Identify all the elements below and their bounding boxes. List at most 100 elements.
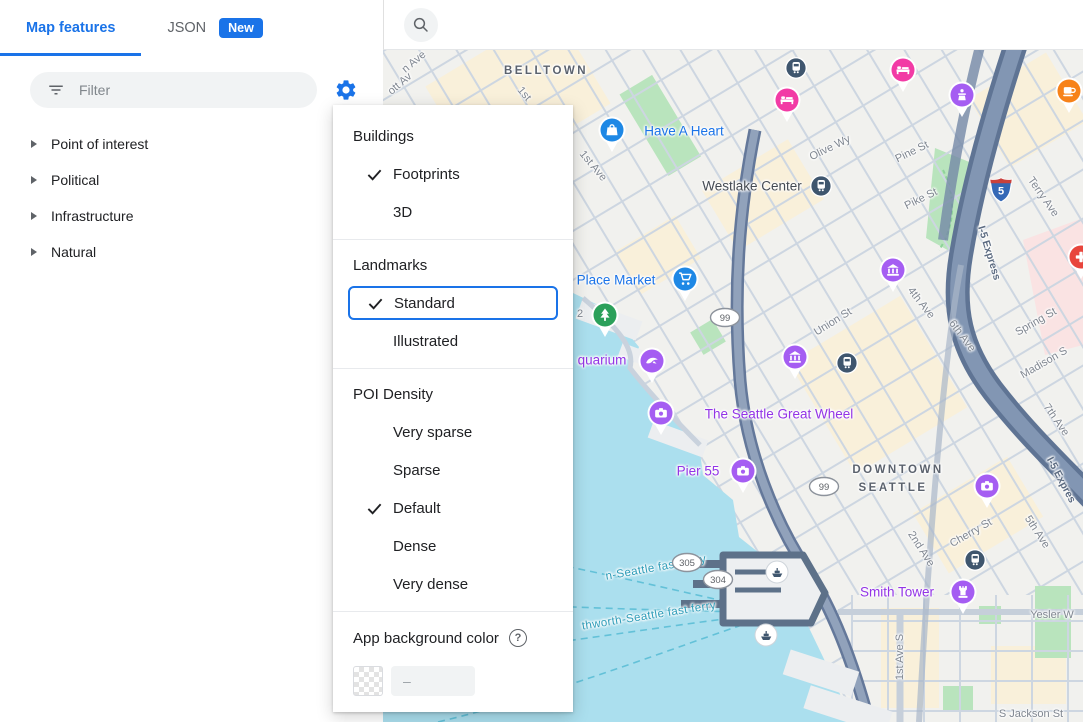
route-shield-99[interactable]: 99 <box>709 307 741 333</box>
route-shield-i5[interactable]: 5 <box>989 177 1013 208</box>
poi-marker-rook[interactable] <box>948 577 978 620</box>
tab-bar: Map features JSON New <box>0 0 383 56</box>
transit-station-marker[interactable] <box>784 56 808 85</box>
poi-marker-dolphin[interactable] <box>637 346 667 389</box>
svg-text:99: 99 <box>720 313 731 324</box>
settings-gear-button[interactable] <box>331 75 361 105</box>
svg-text:5: 5 <box>998 186 1004 198</box>
poi-marker-tree[interactable] <box>590 300 620 343</box>
poi-label-pier-55[interactable]: Pier 55 <box>677 464 720 479</box>
menu-section-buildings: BuildingsFootprints 3D <box>333 117 573 231</box>
expander-arrow-icon <box>31 176 37 184</box>
map-search-bar <box>383 0 1083 50</box>
tab-map-features[interactable]: Map features <box>0 0 141 56</box>
highway-label-i-5-express: I-5 Express <box>975 224 1003 281</box>
ferry-marker[interactable] <box>754 623 778 652</box>
poi-marker-bed[interactable] <box>772 85 802 128</box>
route-shield-305[interactable]: 305 <box>671 552 703 578</box>
expander-arrow-icon <box>31 248 37 256</box>
menu-option-label: Very sparse <box>393 424 472 441</box>
poi-marker-shopping-bag[interactable] <box>597 115 627 158</box>
poi-marker-monument[interactable] <box>947 80 977 123</box>
transit-station-marker[interactable] <box>809 174 833 203</box>
tab-json-label: JSON <box>167 20 206 36</box>
route-shield-304[interactable]: 304 <box>702 569 734 595</box>
menu-section-landmarks: LandmarksStandard Illustrated <box>333 239 573 360</box>
new-badge: New <box>219 18 263 38</box>
transit-station-marker[interactable] <box>835 351 859 380</box>
poi-marker-camera[interactable] <box>972 471 1002 514</box>
menu-section-title: Buildings <box>333 117 573 155</box>
menu-option-label: Very dense <box>393 576 468 593</box>
street-label-5th-ave: 5th Ave <box>1022 513 1052 550</box>
menu-option-label: 3D <box>393 204 412 221</box>
area-label-downtown: DOWNTOWN <box>852 464 943 476</box>
route-shield-99[interactable]: 99 <box>808 476 840 502</box>
poi-marker-museum[interactable] <box>780 342 810 385</box>
feature-item-infrastructure[interactable]: Infrastructure <box>0 198 383 234</box>
feature-item-political[interactable]: Political <box>0 162 383 198</box>
area-label-seattle: SEATTLE <box>858 482 927 494</box>
menu-section-poi-density: POI Density Very sparse Sparse Default Dense… <box>333 368 573 603</box>
poi-label-the-seattle-great-wheel[interactable]: The Seattle Great Wheel <box>705 407 854 422</box>
menu-option-default[interactable]: Default <box>333 489 573 527</box>
interstate-shield-icon: 5 <box>989 177 1013 203</box>
menu-option-sparse[interactable]: Sparse <box>333 451 573 489</box>
help-icon[interactable]: ? <box>509 629 527 647</box>
gear-icon <box>334 78 358 102</box>
menu-option-footprints[interactable]: Footprints <box>333 155 573 193</box>
street-label-cherry-st: Cherry St <box>948 516 994 550</box>
transparent-color-swatch[interactable] <box>353 666 383 696</box>
poi-label-quarium[interactable]: quarium <box>578 353 627 368</box>
search-button[interactable] <box>404 8 438 42</box>
highway-label-i-5-expres: I-5 Expres <box>1044 455 1078 505</box>
menu-section-title: POI Density <box>333 375 573 413</box>
poi-marker-camera[interactable] <box>646 398 676 441</box>
app-background-color-section: App background color ? – <box>333 611 573 696</box>
menu-option-3d[interactable]: 3D <box>333 193 573 231</box>
poi-label-place-market[interactable]: Place Market <box>577 273 656 288</box>
filter-input[interactable]: Filter <box>30 72 317 108</box>
poi-label-smith-tower[interactable]: Smith Tower <box>860 585 934 600</box>
street-label-terry-ave: Terry Ave <box>1025 175 1061 219</box>
tab-json[interactable]: JSON New <box>141 0 288 56</box>
poi-label-westlake-center[interactable]: Westlake Center <box>702 179 802 194</box>
menu-section-title: Landmarks <box>333 246 573 284</box>
menu-option-standard[interactable]: Standard <box>348 286 558 320</box>
menu-option-dense[interactable]: Dense <box>333 527 573 565</box>
background-color-value[interactable]: – <box>391 666 475 696</box>
street-label-madison-s: Madison S <box>1018 345 1069 381</box>
feature-item-label: Point of interest <box>51 136 148 152</box>
feature-item-point-of-interest[interactable]: Point of interest <box>0 126 383 162</box>
feature-list: Point of interest Political Infrastructure… <box>0 124 383 270</box>
menu-option-illustrated[interactable]: Illustrated <box>333 322 573 360</box>
filter-icon <box>47 81 65 99</box>
menu-option-label: Illustrated <box>393 333 458 350</box>
poi-marker-museum[interactable] <box>878 255 908 298</box>
settings-menu: BuildingsFootprints 3D LandmarksStandard Il… <box>333 105 573 712</box>
svg-text:99: 99 <box>819 482 830 493</box>
transit-station-marker[interactable] <box>963 548 987 577</box>
poi-marker-cup[interactable] <box>1054 76 1083 119</box>
menu-option-label: Default <box>393 500 441 517</box>
svg-text:304: 304 <box>710 575 726 586</box>
menu-option-label: Dense <box>393 538 436 555</box>
poi-marker-cross[interactable] <box>1066 242 1083 285</box>
menu-option-very-sparse[interactable]: Very sparse <box>333 413 573 451</box>
street-label-spring-st: Spring St <box>1013 305 1058 338</box>
menu-option-very-dense[interactable]: Very dense <box>333 565 573 603</box>
poi-label-have-a-heart[interactable]: Have A Heart <box>644 124 724 139</box>
ferry-marker[interactable] <box>765 560 789 589</box>
street-label-7th-ave: 7th Ave <box>1041 402 1072 439</box>
poi-marker-cart[interactable] <box>670 264 700 307</box>
feature-item-natural[interactable]: Natural <box>0 234 383 270</box>
poi-marker-bed[interactable] <box>888 55 918 98</box>
app-background-color-label: App background color <box>353 630 499 647</box>
svg-text:305: 305 <box>679 558 695 569</box>
street-label-2: 2 <box>577 308 583 320</box>
filter-row: Filter <box>0 56 383 124</box>
street-label-1st-ave-s: 1st Ave S <box>894 634 906 680</box>
feature-item-label: Infrastructure <box>51 208 133 224</box>
route-shield-icon: 304 <box>702 569 734 590</box>
poi-marker-camera[interactable] <box>728 456 758 499</box>
